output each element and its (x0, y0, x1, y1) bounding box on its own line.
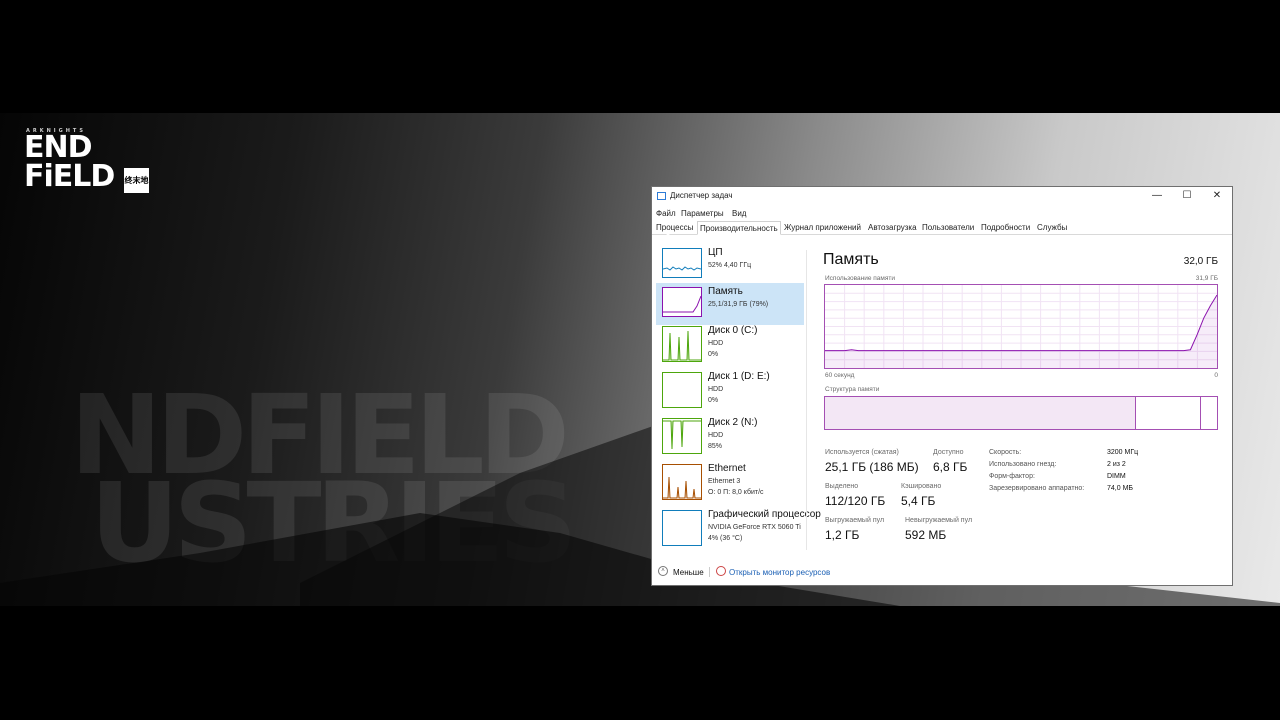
cpu-thumbnail (662, 248, 702, 278)
tab-bar: Процессы Производительность Журнал прило… (652, 221, 1232, 235)
letterbox-bottom (0, 606, 1280, 720)
disk-2-thumbnail (662, 418, 702, 454)
minimize-button[interactable]: — (1142, 187, 1172, 205)
speed-value: 3200 МГц (1107, 449, 1139, 456)
sidebar-label: Память (708, 286, 743, 297)
footer-divider (709, 567, 710, 577)
sidebar-sub: Ethernet 3 (708, 478, 741, 485)
sidebar-sub: HDD (708, 340, 724, 347)
footer: ˄ Меньше Открыть монитор ресурсов (652, 564, 1232, 584)
form-factor-value: DIMM (1107, 473, 1126, 480)
nonpaged-pool-label: Невыгружаемый пул (905, 517, 973, 524)
sidebar-sub: О: 0 П: 8,0 кбит/с (708, 489, 764, 496)
slots-value: 2 из 2 (1107, 461, 1126, 468)
title-bar[interactable]: Диспетчер задач — ☐ ✕ (652, 187, 1232, 205)
sidebar-item-disk-2[interactable]: Диск 2 (N:) HDD 85% (656, 414, 804, 456)
tab-users[interactable]: Пользователи (920, 221, 976, 234)
logo-line-2: FiELD (24, 159, 115, 194)
sidebar-sub: 25,1/31,9 ГБ (79%) (708, 301, 769, 308)
menu-options[interactable]: Параметры (681, 209, 724, 218)
memory-total: 32,0 ГБ (1183, 256, 1218, 267)
sidebar-divider (806, 250, 807, 550)
sidebar-label: Диск 0 (C:) (708, 325, 758, 336)
paged-pool-label: Выгружаемый пул (825, 517, 885, 524)
chevron-up-icon[interactable]: ˄ (658, 566, 668, 576)
memory-usage-plot (825, 285, 1217, 368)
logo-line-1: END (24, 130, 93, 165)
hw-reserved-label: Зарезервировано аппаратно: (989, 485, 1085, 492)
sidebar-item-disk-1[interactable]: Диск 1 (D: E:) HDD 0% (656, 368, 804, 410)
task-manager-window: Диспетчер задач — ☐ ✕ Файл Параметры Вид… (651, 186, 1233, 586)
nonpaged-pool-value: 592 МБ (905, 528, 947, 542)
sidebar-item-memory[interactable]: Память 25,1/31,9 ГБ (79%) (656, 283, 804, 325)
sidebar-item-gpu[interactable]: Графический процессор NVIDIA GeForce RTX… (656, 506, 821, 548)
disk-1-thumbnail (662, 372, 702, 408)
menu-view[interactable]: Вид (732, 209, 746, 218)
page-title: Память (823, 251, 879, 268)
usage-graph-max: 31,9 ГБ (1195, 275, 1218, 282)
memory-structure-in-use (825, 397, 1136, 429)
in-use-label: Используется (сжатая) (825, 449, 899, 456)
tab-startup[interactable]: Автозагрузка (866, 221, 919, 234)
in-use-value: 25,1 ГБ (186 МБ) (825, 460, 919, 474)
sidebar-label: Ethernet (708, 463, 746, 474)
available-label: Доступно (933, 449, 964, 456)
graph-axis-right: 0 (1214, 372, 1218, 379)
sidebar-sub: 85% (708, 443, 723, 450)
committed-label: Выделено (825, 483, 859, 490)
gpu-thumbnail (662, 510, 702, 546)
tab-app-history[interactable]: Журнал приложений (782, 221, 863, 234)
resource-monitor-icon[interactable] (716, 566, 726, 576)
sidebar-label: Диск 2 (N:) (708, 417, 758, 428)
sidebar-sub: NVIDIA GeForce RTX 5060 Ti (708, 524, 801, 531)
sidebar-item-disk-0[interactable]: Диск 0 (C:) HDD 0% (656, 322, 804, 364)
tab-processes[interactable]: Процессы (654, 221, 695, 234)
window-title: Диспетчер задач (670, 191, 733, 200)
slots-label: Использовано гнезд: (989, 461, 1057, 468)
memory-thumbnail (662, 287, 702, 317)
hw-reserved-value: 74,0 МБ (1107, 485, 1133, 492)
speed-label: Скорость: (989, 449, 1022, 456)
form-factor-label: Форм-фактор: (989, 473, 1035, 480)
sidebar-label: Диск 1 (D: E:) (708, 371, 770, 382)
logo-mark: 终末地 (124, 168, 149, 193)
memory-structure-divider (1200, 397, 1201, 429)
sidebar-label: ЦП (708, 247, 723, 258)
memory-structure-bar (824, 396, 1218, 430)
menu-file[interactable]: Файл (656, 209, 676, 218)
tab-services[interactable]: Службы (1035, 221, 1069, 234)
structure-label: Структура памяти (825, 386, 880, 393)
usage-graph-label: Использование памяти (825, 275, 895, 282)
committed-value: 112/120 ГБ (825, 494, 886, 508)
sidebar-item-cpu[interactable]: ЦП 52% 4,40 ГГц (656, 244, 804, 286)
sidebar-sub: 52% 4,40 ГГц (708, 262, 752, 269)
sidebar-sub: HDD (708, 432, 724, 439)
open-resource-monitor-link[interactable]: Открыть монитор ресурсов (729, 568, 830, 577)
sidebar-item-ethernet[interactable]: Ethernet Ethernet 3 О: 0 П: 8,0 кбит/с (656, 460, 804, 502)
sidebar-sub: 4% (36 °C) (708, 535, 743, 542)
cached-value: 5,4 ГБ (901, 494, 936, 508)
task-manager-icon (657, 192, 666, 200)
graph-axis-left: 60 секунд (825, 372, 855, 379)
sidebar-label: Графический процессор (708, 509, 821, 520)
memory-usage-graph (824, 284, 1218, 369)
maximize-button[interactable]: ☐ (1172, 187, 1202, 205)
tab-performance[interactable]: Производительность (697, 221, 781, 235)
sidebar-sub: 0% (708, 397, 719, 404)
sidebar-sub: 0% (708, 351, 719, 358)
disk-0-thumbnail (662, 326, 702, 362)
cached-label: Кэшировано (901, 483, 942, 490)
paged-pool-value: 1,2 ГБ (825, 528, 860, 542)
available-value: 6,8 ГБ (933, 460, 968, 474)
close-button[interactable]: ✕ (1202, 187, 1232, 205)
tab-details[interactable]: Подробности (979, 221, 1032, 234)
letterbox-top (0, 0, 1280, 113)
fewer-details-button[interactable]: Меньше (673, 568, 704, 577)
sidebar-sub: HDD (708, 386, 724, 393)
ethernet-thumbnail (662, 464, 702, 500)
